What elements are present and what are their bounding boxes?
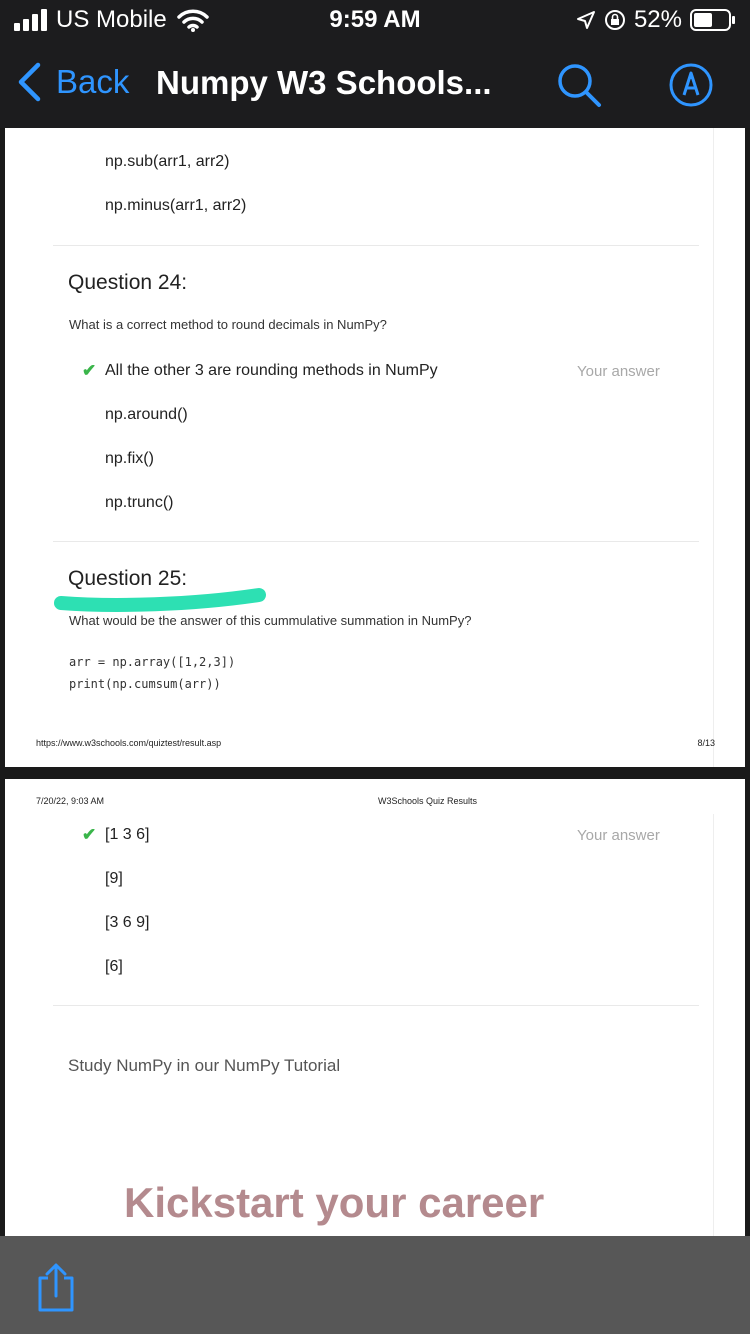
q25-option-9: [9] [105, 870, 123, 887]
q23-option-minus: np.minus(arr1, arr2) [105, 197, 247, 214]
orientation-lock-icon [604, 10, 625, 30]
pdf-page-9: 7/20/22, 9:03 AM W3Schools Quiz Results … [5, 779, 745, 1236]
q24-option-around: np.around() [105, 406, 188, 423]
search-icon[interactable] [556, 62, 602, 108]
career-banner: Kickstart your career [124, 1179, 545, 1226]
q24-option-all: All the other 3 are rounding methods in … [105, 362, 438, 379]
back-label: Back [56, 63, 130, 100]
code-line: print(np.cumsum(arr)) [69, 677, 221, 691]
q23-option-sub: np.sub(arr1, arr2) [105, 153, 230, 170]
q25-option-136: [1 3 6] [105, 826, 150, 843]
page-title: Numpy W3 Schools... [156, 64, 492, 101]
page-border [713, 814, 714, 1236]
footer-url: https://www.w3schools.com/quiztest/resul… [36, 738, 222, 748]
divider [53, 541, 699, 542]
check-icon: ✔ [82, 361, 97, 380]
footer-page-number: 8/13 [697, 738, 715, 748]
divider [53, 1005, 699, 1006]
q24-option-fix: np.fix() [105, 450, 154, 467]
battery-icon [690, 9, 735, 31]
pdf-page-8: np.sub(arr1, arr2) np.minus(arr1, arr2) … [5, 128, 745, 767]
study-link[interactable]: Study NumPy in our NumPy Tutorial [68, 1056, 340, 1076]
share-icon[interactable] [34, 1262, 78, 1314]
code-line: arr = np.array([1,2,3]) [69, 655, 236, 669]
nav-bar: Back Numpy W3 Schools... [0, 42, 750, 128]
header-date: 7/20/22, 9:03 AM [36, 796, 105, 806]
back-button[interactable]: Back [16, 62, 129, 102]
your-answer-label: Your answer [577, 363, 660, 380]
status-bar: US Mobile 9:59 AM 52% [0, 0, 750, 42]
header-title: W3Schools Quiz Results [378, 796, 478, 806]
markup-pen-icon[interactable] [668, 62, 714, 108]
q24-option-trunc: np.trunc() [105, 494, 174, 511]
question-24-title: Question 24: [68, 271, 188, 294]
page-border [713, 128, 714, 767]
question-25-text: What would be the answer of this cummula… [69, 613, 472, 628]
location-arrow-icon [576, 11, 595, 29]
divider [53, 245, 699, 246]
q25-option-6: [6] [105, 958, 123, 975]
q25-option-369: [3 6 9] [105, 914, 150, 931]
battery-percent: 52% [633, 6, 682, 33]
chevron-left-icon [18, 62, 41, 102]
your-answer-label: Your answer [577, 827, 660, 844]
status-right: 52% [568, 6, 736, 34]
bottom-toolbar [0, 1236, 750, 1334]
highlighter-stroke [54, 588, 266, 612]
question-24-text: What is a correct method to round decima… [69, 317, 387, 332]
check-icon: ✔ [82, 825, 97, 844]
